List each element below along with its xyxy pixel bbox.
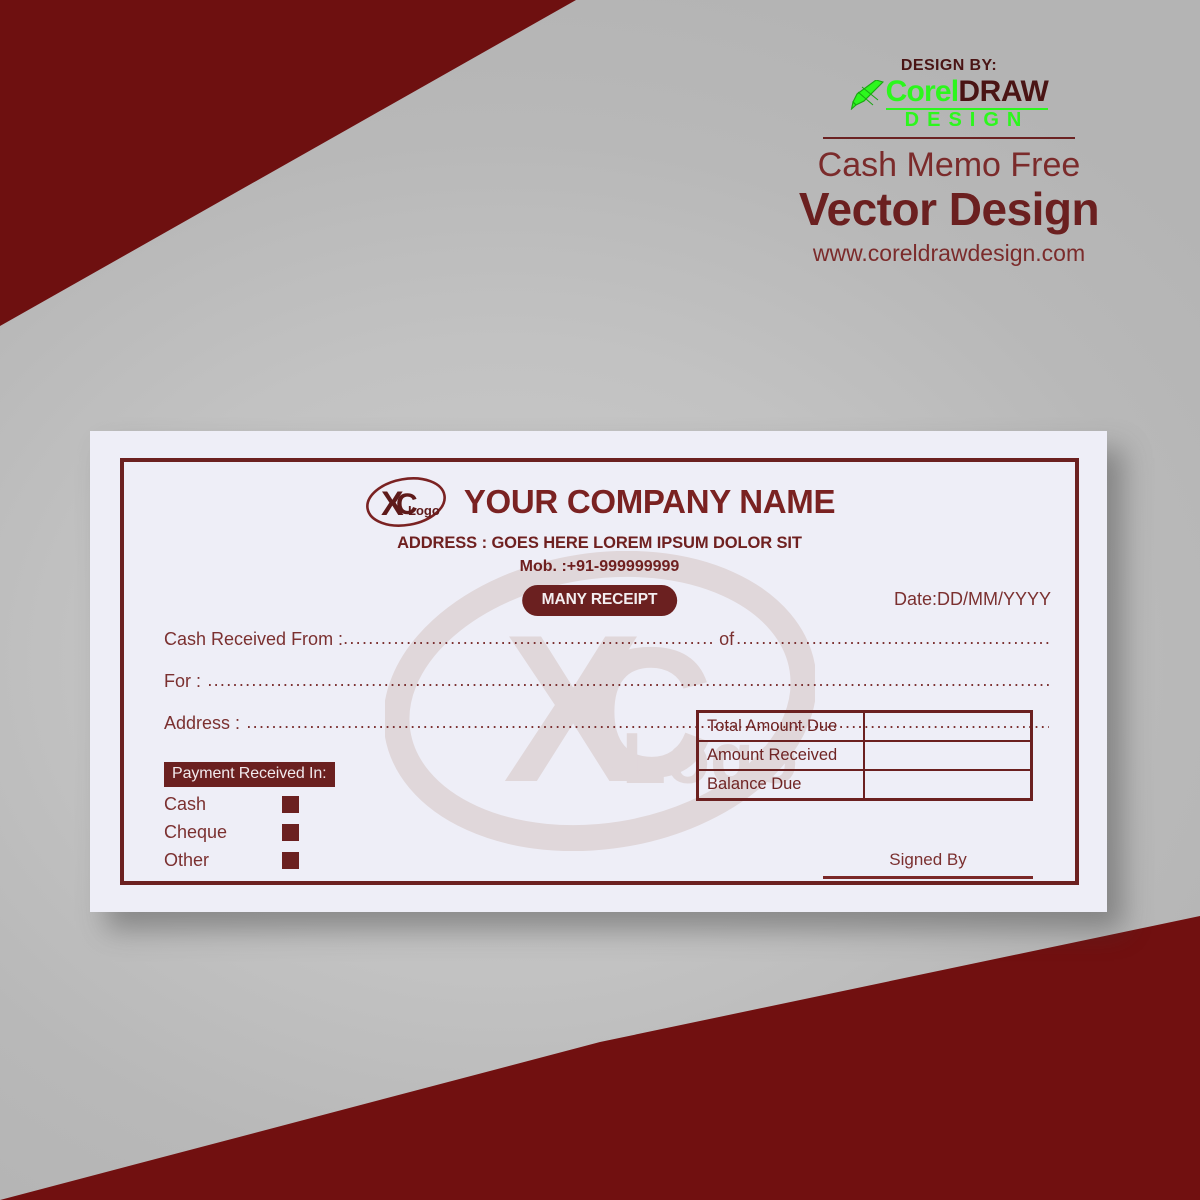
receipt-card: X C Logo X C Logo YOUR COMPANY NAME ADDR… <box>90 431 1107 912</box>
field-label: For : <box>164 671 202 691</box>
table-row: Amount Received <box>696 740 1033 771</box>
signature-line[interactable] <box>823 876 1033 879</box>
company-mobile: Mob. :+91-999999999 <box>519 558 680 575</box>
branding-block: DESIGN BY: CorelDRAW DESIGN Cash Memo Fr… <box>784 58 1114 270</box>
signed-by-label: Signed By <box>889 850 967 869</box>
svg-text:Logo: Logo <box>408 503 440 518</box>
amount-value-received[interactable] <box>863 740 1033 771</box>
field-label: Address : <box>164 713 241 733</box>
design-by-label: DESIGN BY: <box>900 57 998 74</box>
field-for[interactable]: For : ..................................… <box>164 670 1049 692</box>
company-name: YOUR COMPANY NAME <box>463 483 836 520</box>
coreldraw-logo: CorelDRAW <box>784 75 1114 111</box>
payment-method-title: Payment Received In: <box>164 762 335 787</box>
poster-title: Vector Design <box>798 183 1100 236</box>
poster-subtitle: Cash Memo Free <box>817 146 1081 184</box>
pencil-icon <box>850 78 884 111</box>
receipt-header: X C Logo YOUR COMPANY NAME ADDRESS : GOE… <box>124 474 1075 616</box>
payment-option-cash[interactable]: Cash <box>164 794 384 815</box>
field-cash-received-from[interactable]: Cash Received From : ...................… <box>164 628 1049 650</box>
table-row: Balance Due <box>696 769 1033 801</box>
amount-value-balance-due[interactable] <box>863 769 1033 801</box>
receipt-type-badge: MANY RECEIPT <box>521 585 678 616</box>
checkbox-cheque[interactable] <box>282 824 299 841</box>
field-dotted-fill-2[interactable]: ........................................… <box>736 628 1049 649</box>
company-identity-row: X C Logo YOUR COMPANY NAME <box>124 474 1075 530</box>
field-label: Cash Received From : <box>164 629 344 649</box>
signature-block: Signed By <box>823 850 1033 879</box>
coreldraw-wordmark: CorelDRAW <box>885 75 1049 110</box>
receipt-date: Date:DD/MM/YYYY <box>893 589 1051 609</box>
amount-value-total-due[interactable] <box>863 710 1033 742</box>
receipt-badge-row: MANY RECEIPT Date:DD/MM/YYYY <box>124 585 1075 616</box>
draw-text: DRAW <box>958 75 1049 108</box>
branding-divider <box>823 137 1075 139</box>
payment-option-label: Cheque <box>164 822 228 842</box>
field-connector: of <box>719 629 735 649</box>
corel-text: Corel <box>885 75 959 108</box>
table-row: Total Amount Due <box>696 710 1033 742</box>
payment-option-other[interactable]: Other <box>164 850 384 871</box>
company-address: ADDRESS : GOES HERE LOREM IPSUM DOLOR SI… <box>397 534 802 552</box>
payment-option-label: Cash <box>164 794 207 814</box>
payment-option-label: Other <box>164 850 210 870</box>
payment-option-cheque[interactable]: Cheque <box>164 822 384 843</box>
website-url: www.coreldrawdesign.com <box>812 239 1086 266</box>
amount-label-balance-due: Balance Due <box>696 769 865 801</box>
amount-label-total-due: Total Amount Due <box>696 710 865 742</box>
amounts-table: Total Amount Due Amount Received Balance… <box>696 710 1033 801</box>
field-dotted-fill[interactable]: ........................................… <box>343 628 715 649</box>
receipt-inner-frame: X C Logo YOUR COMPANY NAME ADDRESS : GOE… <box>120 458 1079 885</box>
design-text: DESIGN <box>904 109 1030 131</box>
field-dotted-fill[interactable]: ........................................… <box>201 670 1049 691</box>
amount-label-received: Amount Received <box>696 740 865 771</box>
checkbox-other[interactable] <box>282 852 299 869</box>
company-logo-icon: X C Logo <box>364 474 448 530</box>
poster-canvas: DESIGN BY: CorelDRAW DESIGN Cash Memo Fr… <box>0 0 1200 1200</box>
checkbox-cash[interactable] <box>282 796 299 813</box>
payment-method-block: Payment Received In: Cash Cheque Other <box>164 762 384 871</box>
